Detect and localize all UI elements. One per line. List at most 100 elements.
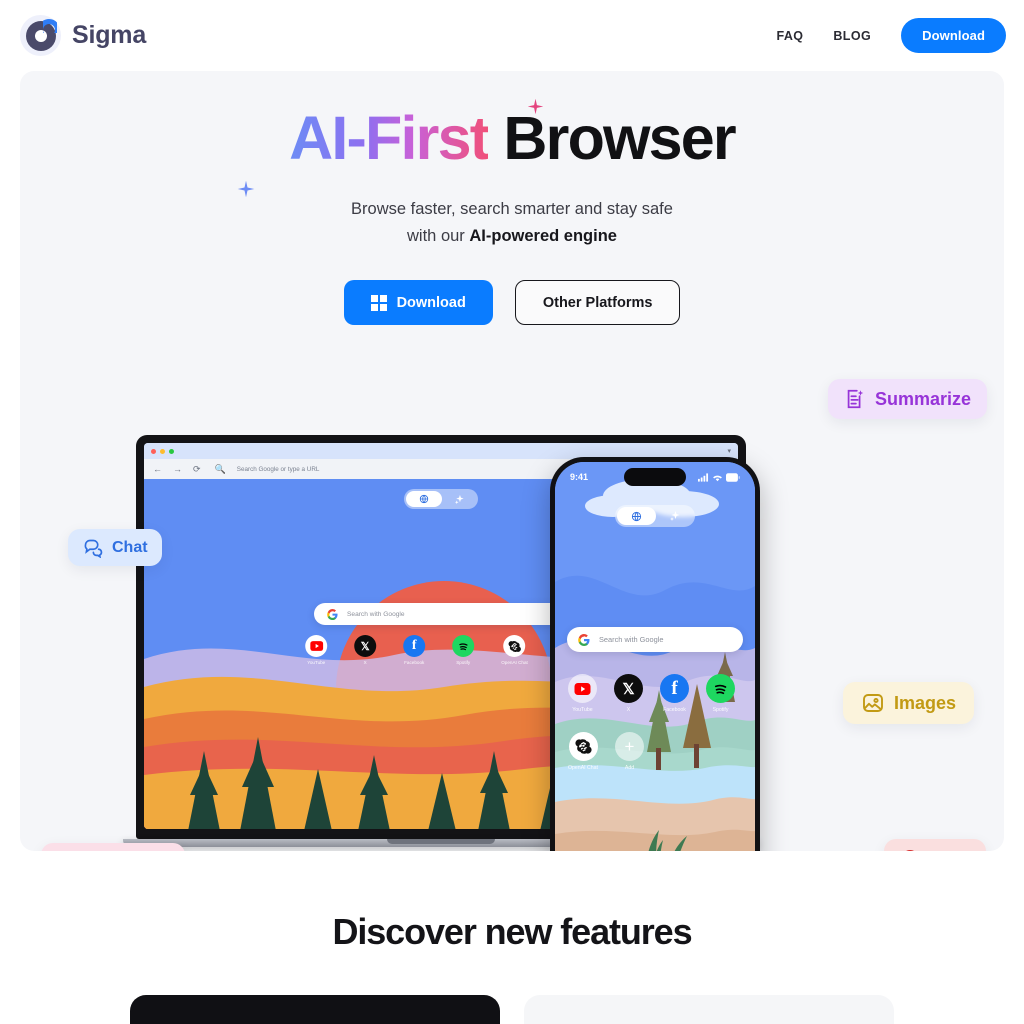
battery-icon: [726, 472, 740, 482]
ai-mode-sparkle-icon[interactable]: [442, 491, 476, 507]
features-section: Discover new features: [0, 851, 1024, 1024]
windows-icon: [370, 294, 387, 311]
tile-label: YouTube: [572, 707, 593, 713]
tile-label: Facebook: [663, 707, 686, 713]
badge-images-label: Images: [894, 692, 957, 713]
hero-download-label: Download: [396, 294, 466, 311]
hero-subtitle-prefix: with our: [407, 227, 470, 246]
tile-label: Add: [624, 765, 635, 771]
feature-cards: [0, 995, 1024, 1024]
nav-download-button[interactable]: Download: [901, 18, 1006, 53]
other-platforms-label: Other Platforms: [542, 294, 653, 311]
spotify-icon: [458, 642, 468, 650]
arrow-left-icon[interactable]: ←: [153, 464, 162, 474]
nav-link-faq[interactable]: FAQ: [776, 29, 803, 43]
brand-name: Sigma: [72, 21, 147, 49]
hero-section: AI-First Browser Browse faster, search s…: [20, 71, 1004, 851]
tile-label: OpenAI Chat: [501, 660, 528, 665]
wifi-icon: [713, 475, 722, 481]
phone-ai-mode-sparkle-icon[interactable]: [656, 507, 693, 525]
laptop-search-placeholder: Search with Google: [347, 610, 405, 618]
shortcut-tile-youtube[interactable]: YouTube: [305, 635, 328, 665]
tile-label: Spotify: [712, 707, 729, 713]
facebook-icon: f: [671, 677, 678, 699]
x-icon: 𝕏: [622, 680, 635, 698]
sigma-circle-logo-icon: [20, 15, 61, 56]
phone-shortcut-row-1: YouTube 𝕏 X f Facebook Spotify: [568, 674, 735, 713]
badge-translate[interactable]: 文 Translate: [41, 843, 186, 851]
reload-icon[interactable]: ⟳: [193, 464, 201, 475]
phone-tile-x[interactable]: 𝕏 X: [614, 674, 643, 713]
phone-tile-youtube[interactable]: YouTube: [568, 674, 597, 713]
headline-rest: Browser: [488, 104, 736, 172]
brand-logo[interactable]: Sigma: [20, 15, 146, 56]
phone-notch: [624, 468, 686, 486]
page-title: AI-First Browser: [237, 98, 737, 198]
seo-chart-icon: [906, 849, 915, 851]
phone-search-placeholder: Search with Google: [599, 635, 664, 644]
badge-summarize[interactable]: Summarize: [828, 379, 988, 419]
headline-accent: AI-First: [289, 104, 490, 172]
x-icon: 𝕏: [360, 640, 370, 653]
chevron-down-icon[interactable]: ▾: [727, 447, 731, 455]
phone-screen: 9:41 Search with Google YouTube 𝕏 X f Fa…: [555, 462, 755, 851]
features-title: Discover new features: [332, 911, 692, 952]
search-icon: 🔍: [214, 463, 226, 474]
google-search-bar[interactable]: Search with Google: [314, 603, 568, 625]
shortcut-tile-x[interactable]: 𝕏 X: [354, 635, 377, 665]
phone-web-mode-icon[interactable]: [617, 507, 656, 525]
phone-ai-mode-toggle[interactable]: [615, 505, 695, 527]
tile-label: X: [363, 660, 367, 665]
nav-link-blog[interactable]: BLOG: [833, 29, 871, 43]
phone-clock: 9:41: [570, 472, 589, 482]
openai-icon: [574, 739, 592, 754]
tile-label: Facebook: [404, 660, 425, 665]
phone-shortcut-row-2: OpenAI Chat + Add: [568, 732, 644, 771]
phone-google-search-bar[interactable]: Search with Google: [567, 627, 743, 652]
google-icon: [327, 608, 338, 620]
feature-card-dark[interactable]: [130, 995, 500, 1024]
youtube-icon: [574, 682, 591, 695]
top-navigation: Sigma FAQ BLOG Download: [0, 0, 1024, 71]
shortcut-tile-spotify[interactable]: Spotify: [452, 635, 475, 665]
tile-label: OpenAI Chat: [568, 765, 598, 771]
shortcut-tile-openai[interactable]: OpenAI Chat: [501, 635, 528, 665]
hero-subtitle-line1: Browse faster, search smarter and stay s…: [351, 200, 673, 219]
hero-subtitle-line2: with our AI-powered engine: [20, 223, 1004, 250]
other-platforms-button[interactable]: Other Platforms: [514, 280, 681, 326]
badge-chat-label: Chat: [112, 538, 148, 556]
shortcut-tiles: YouTube 𝕏 X f Facebook Spotify OpenAI Ch…: [305, 635, 577, 665]
youtube-icon: [309, 641, 323, 651]
nav-links: FAQ BLOG: [776, 29, 871, 43]
shortcut-tile-facebook[interactable]: f Facebook: [403, 635, 426, 665]
window-traffic-lights[interactable]: [151, 448, 174, 454]
openai-icon: [508, 640, 521, 652]
web-mode-icon[interactable]: [406, 491, 442, 507]
hero-subtitle: Browse faster, search smarter and stay s…: [20, 196, 1004, 250]
badge-seo[interactable]: SEO: [884, 839, 987, 851]
tile-label: YouTube: [307, 660, 326, 665]
phone-tile-openai[interactable]: OpenAI Chat: [568, 732, 598, 771]
chat-bubble-icon: [84, 539, 103, 558]
tile-label: Spotify: [456, 660, 471, 665]
phone-tile-add[interactable]: + Add: [615, 732, 644, 771]
badge-summarize-label: Summarize: [875, 388, 972, 409]
image-icon: [863, 694, 883, 712]
badge-chat[interactable]: Chat: [68, 529, 162, 566]
hero-content: AI-First Browser Browse faster, search s…: [20, 71, 1004, 326]
ai-mode-toggle[interactable]: [404, 489, 478, 509]
hero-download-button[interactable]: Download: [343, 280, 493, 326]
feature-card-light[interactable]: [524, 995, 894, 1024]
tile-label: X: [626, 707, 631, 713]
signal-icon: [698, 472, 709, 482]
phone-tile-spotify[interactable]: Spotify: [706, 674, 735, 713]
device-mockup-stage: ▾ ← → ⟳ 🔍 Search Google or type a URL Se…: [20, 361, 1004, 851]
badge-images[interactable]: Images: [843, 682, 975, 724]
plus-icon: +: [615, 732, 644, 761]
arrow-right-icon[interactable]: →: [173, 464, 182, 474]
summarize-icon: [847, 389, 864, 409]
google-icon: [578, 633, 590, 646]
url-bar[interactable]: Search Google or type a URL: [237, 466, 320, 473]
spotify-icon: [714, 684, 726, 694]
phone-tile-facebook[interactable]: f Facebook: [660, 674, 689, 713]
